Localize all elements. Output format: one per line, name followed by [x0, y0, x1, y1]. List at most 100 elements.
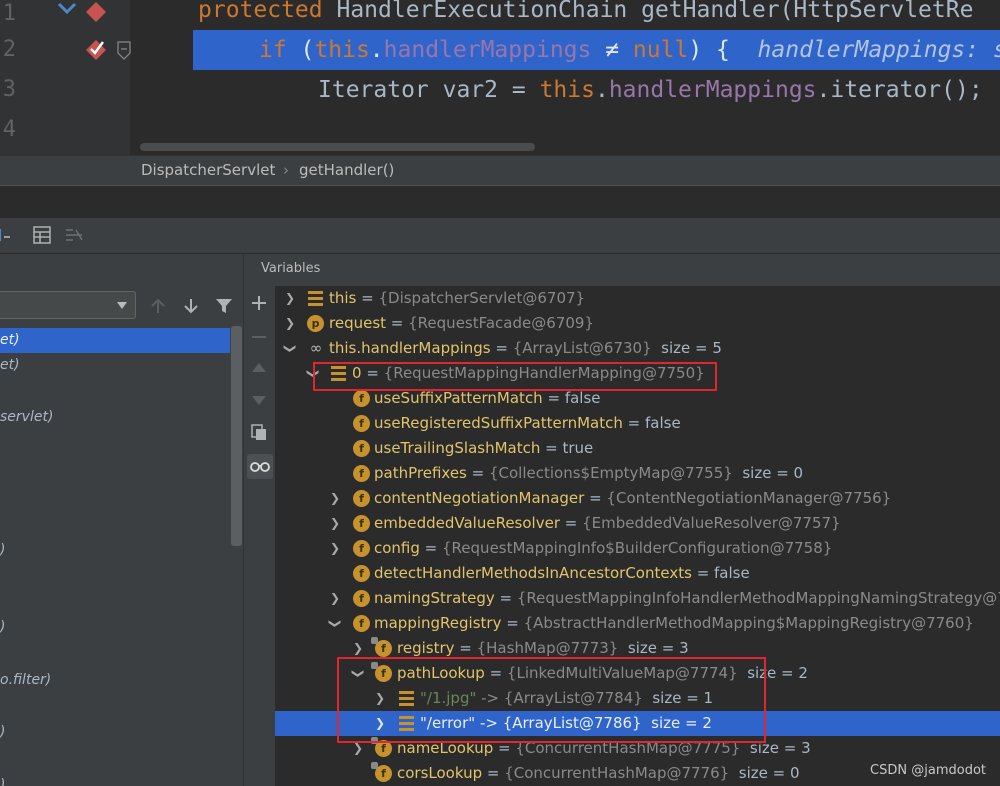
move-down-icon[interactable]: [252, 396, 266, 406]
restore-layout-icon[interactable]: [64, 227, 84, 243]
variable-value: {EmbeddedValueResolver@7757}: [582, 514, 841, 532]
code-line-3[interactable]: Iterator var2 = this.handlerMappings.ite…: [0, 70, 1000, 110]
frames-panel: et) et) servlet) ) ) o.filter) ) ): [0, 254, 244, 786]
variable-value: false: [714, 564, 750, 582]
variable-row[interactable]: ❯ "/1.jpg" -> {ArrayList@7784} size = 1: [275, 686, 1000, 711]
field-icon: f: [353, 440, 370, 457]
variable-row[interactable]: ❯ f embeddedValueResolver = {EmbeddedVal…: [275, 511, 1000, 536]
keyword: this: [539, 77, 595, 103]
breadcrumb-method[interactable]: getHandler(): [299, 156, 394, 184]
expand-arrow-icon[interactable]: ❯: [328, 511, 342, 536]
breakpoint-check-icon[interactable]: [84, 38, 108, 60]
variable-row[interactable]: ❯ f registry = {HashMap@7773} size = 3: [275, 636, 1000, 661]
field-name: handlerMappings: [383, 37, 592, 63]
equals-sign: =: [501, 614, 524, 632]
frame-item[interactable]: servlet): [0, 405, 230, 430]
collapse-arrow-icon[interactable]: ❯: [278, 342, 303, 356]
frame-label: ): [0, 619, 6, 635]
variable-row[interactable]: f useSuffixPatternMatch = false: [275, 386, 1000, 411]
breadcrumb-class[interactable]: DispatcherServlet: [141, 156, 275, 184]
field-icon: f: [353, 615, 370, 632]
arrow-down-icon[interactable]: [184, 298, 198, 314]
frame-item[interactable]: o.filter): [0, 668, 230, 693]
map-entry-icon: [398, 690, 415, 707]
expand-arrow-icon[interactable]: ❯: [283, 311, 297, 336]
show-watches-toggle[interactable]: [247, 454, 273, 479]
editor-horizontal-scrollbar[interactable]: [140, 143, 535, 151]
variable-value: {ArrayList@7786}: [502, 714, 642, 732]
variable-row-selected[interactable]: ❯ "/error" -> {ArrayList@7786} size = 2: [275, 711, 1000, 736]
variable-value: {HashMap@7773}: [476, 639, 619, 657]
frame-item[interactable]: ): [0, 538, 230, 563]
variable-row[interactable]: ❯ f mappingRegistry = {AbstractHandlerMe…: [275, 611, 1000, 636]
code-line-2-current[interactable]: if (this.handlerMappings ≠ null) { handl…: [193, 30, 1000, 70]
equals-sign: =: [542, 389, 565, 407]
variable-size: size = 2: [747, 664, 808, 682]
variable-row[interactable]: f detectHandlerMethodsInAncestorContexts…: [275, 561, 1000, 586]
variable-name: contentNegotiationManager: [374, 489, 585, 507]
equals-sign: =: [691, 564, 715, 582]
variable-row[interactable]: ❯ this = {DispatcherServlet@6707}: [275, 286, 1000, 311]
field-icon: f: [353, 590, 370, 607]
copy-icon[interactable]: [251, 424, 268, 441]
variable-name: useTrailingSlashMatch: [374, 439, 541, 457]
map-key: "/1.jpg": [420, 689, 477, 707]
frame-item[interactable]: ): [0, 720, 230, 745]
equals-sign: =: [482, 764, 505, 782]
expand-arrow-icon[interactable]: ❯: [351, 636, 365, 661]
expand-arrow-icon[interactable]: ❯: [373, 686, 387, 711]
code-editor[interactable]: 1 2 3 4 protected HandlerExecutionChain …: [0, 0, 1000, 155]
frame-label: et): [0, 332, 20, 348]
thread-select[interactable]: [0, 291, 136, 319]
private-field-icon: f: [371, 662, 392, 682]
frame-label: ): [0, 777, 6, 786]
expand-arrow-icon[interactable]: ❯: [328, 586, 342, 611]
expand-arrow-icon[interactable]: ❯: [328, 536, 342, 561]
glasses-icon: [250, 462, 270, 472]
code-text: ) {: [688, 37, 730, 63]
expand-arrow-icon[interactable]: ❯: [283, 286, 297, 311]
variable-row[interactable]: ❯ f pathLookup = {LinkedMultiValueMap@77…: [275, 661, 1000, 686]
expand-arrow-icon[interactable]: ❯: [328, 486, 342, 511]
code-text: .: [594, 77, 609, 103]
variable-row[interactable]: ❯ f config = {RequestMappingInfo$Builder…: [275, 536, 1000, 561]
add-watch-icon[interactable]: [251, 295, 267, 311]
frames-scrollbar[interactable]: [231, 326, 242, 546]
variable-row[interactable]: ❯ p request = {RequestFacade@6709}: [275, 311, 1000, 336]
fold-icon[interactable]: [117, 41, 131, 61]
variable-row[interactable]: f useRegisteredSuffixPatternMatch = fals…: [275, 411, 1000, 436]
variable-size: size = 0: [738, 764, 800, 782]
equals-sign: =: [419, 539, 443, 557]
expand-arrow-icon[interactable]: ❯: [373, 711, 387, 736]
variable-row[interactable]: ❯ f nameLookup = {ConcurrentHashMap@7775…: [275, 736, 1000, 761]
variable-name: this.handlerMappings: [329, 339, 491, 357]
filter-icon[interactable]: [216, 298, 232, 314]
frame-item[interactable]: et): [0, 328, 230, 353]
code-line-1[interactable]: protected HandlerExecutionChain getHandl…: [0, 0, 1000, 30]
remove-watch-icon[interactable]: [251, 329, 267, 345]
step-into-icon[interactable]: [0, 227, 12, 245]
field-icon: f: [353, 390, 370, 407]
expand-arrow-icon[interactable]: ❯: [351, 736, 365, 761]
variable-name: 0: [352, 364, 362, 382]
variable-row[interactable]: ❯ 0 = {RequestMappingHandlerMapping@7750…: [275, 361, 1000, 386]
collapse-arrow-icon[interactable]: ❯: [346, 667, 371, 681]
table-view-icon[interactable]: [33, 226, 51, 244]
variable-row[interactable]: f useTrailingSlashMatch = true: [275, 436, 1000, 461]
map-entry-icon: [398, 715, 415, 732]
variable-value: {ConcurrentHashMap@7776}: [504, 764, 730, 782]
code-text: Iterator var2 =: [318, 77, 540, 103]
collapse-arrow-icon[interactable]: ❯: [323, 617, 348, 631]
frame-item[interactable]: ): [0, 773, 230, 786]
arrow-up-icon[interactable]: [151, 298, 165, 314]
variable-row[interactable]: f pathPrefixes = {Collections$EmptyMap@7…: [275, 461, 1000, 486]
variable-row[interactable]: ❯ ∞ this.handlerMappings = {ArrayList@67…: [275, 336, 1000, 361]
variable-row[interactable]: ❯ f contentNegotiationManager = {Content…: [275, 486, 1000, 511]
variable-row[interactable]: ❯ f namingStrategy = {RequestMappingInfo…: [275, 586, 1000, 611]
collapse-arrow-icon[interactable]: ❯: [301, 367, 326, 381]
frame-item[interactable]: et): [0, 353, 230, 378]
variable-value: {DispatcherServlet@6707}: [378, 289, 586, 307]
frame-item[interactable]: ): [0, 615, 230, 640]
watermark: CSDN @jamdodot: [870, 763, 986, 778]
move-up-icon[interactable]: [252, 362, 266, 372]
